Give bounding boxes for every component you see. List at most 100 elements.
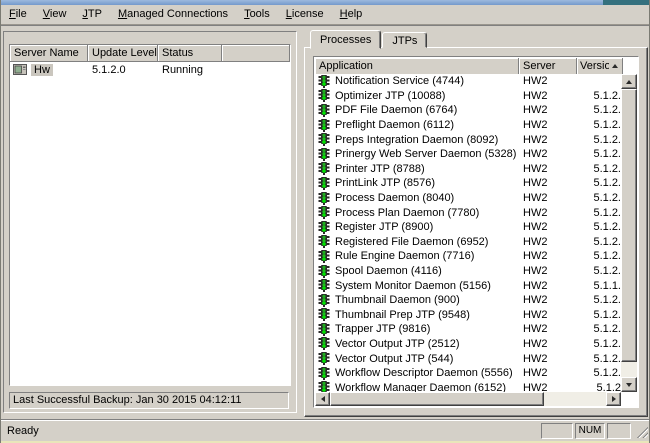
application-cell: Process Daemon (8040) [315,192,519,205]
resize-grip-icon[interactable] [635,425,648,438]
column-header-status[interactable]: Status [158,45,222,62]
process-row[interactable]: Register JTP (8900)HW25.1.2. [315,220,621,235]
traffic-light-icon [318,75,330,88]
version-cell: 5.1.2. [577,104,621,116]
process-row[interactable]: PrintLink JTP (8576)HW25.1.2. [315,176,621,191]
version-cell: 5.1.2. [577,309,621,321]
process-row[interactable]: Process Daemon (8040)HW25.1.2. [315,191,621,206]
menu-tools[interactable]: Tools [236,6,278,23]
process-row[interactable]: Workflow Manager Daemon (6152)HW25.1.2 [315,380,621,392]
vertical-scrollbar[interactable] [621,74,637,392]
vertical-scroll-thumb[interactable] [621,89,637,362]
server-cell: HW2 [519,104,577,116]
scroll-left-icon[interactable] [315,392,330,406]
menu-managed-connections[interactable]: Managed Connections [110,6,236,23]
process-name: Registered File Daemon (6952) [335,236,488,248]
application-cell: Register JTP (8900) [315,221,519,234]
server-panel: Server Name Update Level Status Hw5.1.2.… [3,31,297,413]
server-cell: HW2 [519,177,577,189]
process-row[interactable]: Process Plan Daemon (7780)HW25.1.2. [315,205,621,220]
application-cell: Workflow Manager Daemon (6152) [315,381,519,392]
process-row[interactable]: Vector Output JTP (2512)HW25.1.2. [315,337,621,352]
column-header-server-name[interactable]: Server Name [10,45,88,62]
sort-ascending-icon [609,61,620,72]
process-name: Thumbnail Daemon (900) [335,294,460,306]
menu-license[interactable]: License [278,6,332,23]
process-name: Process Daemon (8040) [335,192,454,204]
column-header-update-level[interactable]: Update Level [88,45,158,62]
version-cell: 5.1.2. [577,367,621,379]
process-row[interactable]: Prinergy Web Server Daemon (5328)HW25.1.… [315,147,621,162]
application-cell: Spool Daemon (4116) [315,265,519,278]
menu-file[interactable]: File [1,6,35,23]
status-panel-blank2 [607,423,631,439]
version-cell: 5.1.2. [577,250,621,262]
process-row[interactable]: Preps Integration Daemon (8092)HW25.1.2. [315,132,621,147]
column-header-server[interactable]: Server [519,58,577,75]
traffic-light-icon [318,250,330,263]
scroll-up-icon[interactable] [621,74,637,89]
column-header-empty[interactable] [222,45,290,62]
traffic-light-icon [318,308,330,321]
application-cell: Workflow Descriptor Daemon (5556) [315,367,519,380]
column-header-filler [290,45,291,62]
process-row[interactable]: Registered File Daemon (6952)HW25.1.2. [315,235,621,250]
application-cell: Optimizer JTP (10088) [315,89,519,102]
horizontal-scrollbar[interactable] [315,392,621,406]
process-name: Spool Daemon (4116) [335,265,442,277]
server-cell: HW2 [519,90,577,102]
process-row[interactable]: Vector Output JTP (544)HW25.1.2. [315,351,621,366]
version-cell: 5.1.2. [577,90,621,102]
traffic-light-icon [318,104,330,117]
horizontal-scroll-thumb[interactable] [330,392,544,406]
version-cell: 5.1.2. [577,265,621,277]
server-cell: HW2 [519,134,577,146]
menu-help[interactable]: Help [332,6,371,23]
process-row[interactable]: Preflight Daemon (6112)HW25.1.2. [315,118,621,133]
process-row[interactable]: System Monitor Daemon (5156)HW25.1.1. [315,278,621,293]
scroll-right-icon[interactable] [606,392,621,406]
process-row[interactable]: Optimizer JTP (10088)HW25.1.2. [315,89,621,104]
status-panel-blank1 [541,423,573,439]
tab-processes[interactable]: Processes [310,30,381,49]
tab-jtps[interactable]: JTPs [382,32,427,48]
application-cell: Preps Integration Daemon (8092) [315,133,519,146]
process-tab-panel: ProcessesJTPs Application Server Version… [304,29,648,417]
server-icon [13,64,27,76]
application-cell: Vector Output JTP (2512) [315,337,519,350]
traffic-light-icon [318,279,330,292]
horizontal-scroll-track[interactable] [544,392,606,406]
server-row[interactable]: Hw5.1.2.0Running [10,62,290,78]
server-cell: HW2 [519,338,577,350]
version-cell: 5.1.2. [577,207,621,219]
server-rows: Hw5.1.2.0Running [10,62,290,78]
process-row[interactable]: Workflow Descriptor Daemon (5556)HW25.1.… [315,366,621,381]
server-name-cell: Hw [10,64,88,76]
scroll-down-icon[interactable] [621,377,637,392]
process-row[interactable]: Thumbnail Daemon (900) HW25.1.2. [315,293,621,308]
process-name: Workflow Descriptor Daemon (5556) [335,367,513,379]
menu-jtp[interactable]: JTP [74,6,110,23]
application-cell: Vector Output JTP (544) [315,352,519,365]
process-row[interactable]: Notification Service (4744)HW2 [315,74,621,89]
server-cell: HW2 [519,294,577,306]
column-header-version[interactable]: Version [577,58,623,75]
process-row[interactable]: Spool Daemon (4116)HW25.1.2. [315,264,621,279]
version-cell: 5.1.2. [577,294,621,306]
menu-view[interactable]: View [35,6,75,23]
client-area: Server Name Update Level Status Hw5.1.2.… [1,25,649,420]
server-cell: HW2 [519,163,577,175]
process-row[interactable]: Thumbnail Prep JTP (9548)HW25.1.2. [315,308,621,323]
server-cell: HW2 [519,221,577,233]
version-cell: 5.1.2. [577,323,621,335]
tab-strip: ProcessesJTPs [310,29,428,48]
process-list: Application Server Version Notification … [313,56,639,408]
version-cell: 5.1.2. [577,353,621,365]
process-row[interactable]: Rule Engine Daemon (7716)HW25.1.2. [315,249,621,264]
column-header-application[interactable]: Application [315,58,519,75]
application-cell: PDF File Daemon (6764) [315,104,519,117]
process-name: Notification Service (4744) [335,75,464,87]
process-row[interactable]: Printer JTP (8788)HW25.1.2. [315,162,621,177]
process-row[interactable]: Trapper JTP (9816)HW25.1.2. [315,322,621,337]
process-row[interactable]: PDF File Daemon (6764)HW25.1.2. [315,103,621,118]
